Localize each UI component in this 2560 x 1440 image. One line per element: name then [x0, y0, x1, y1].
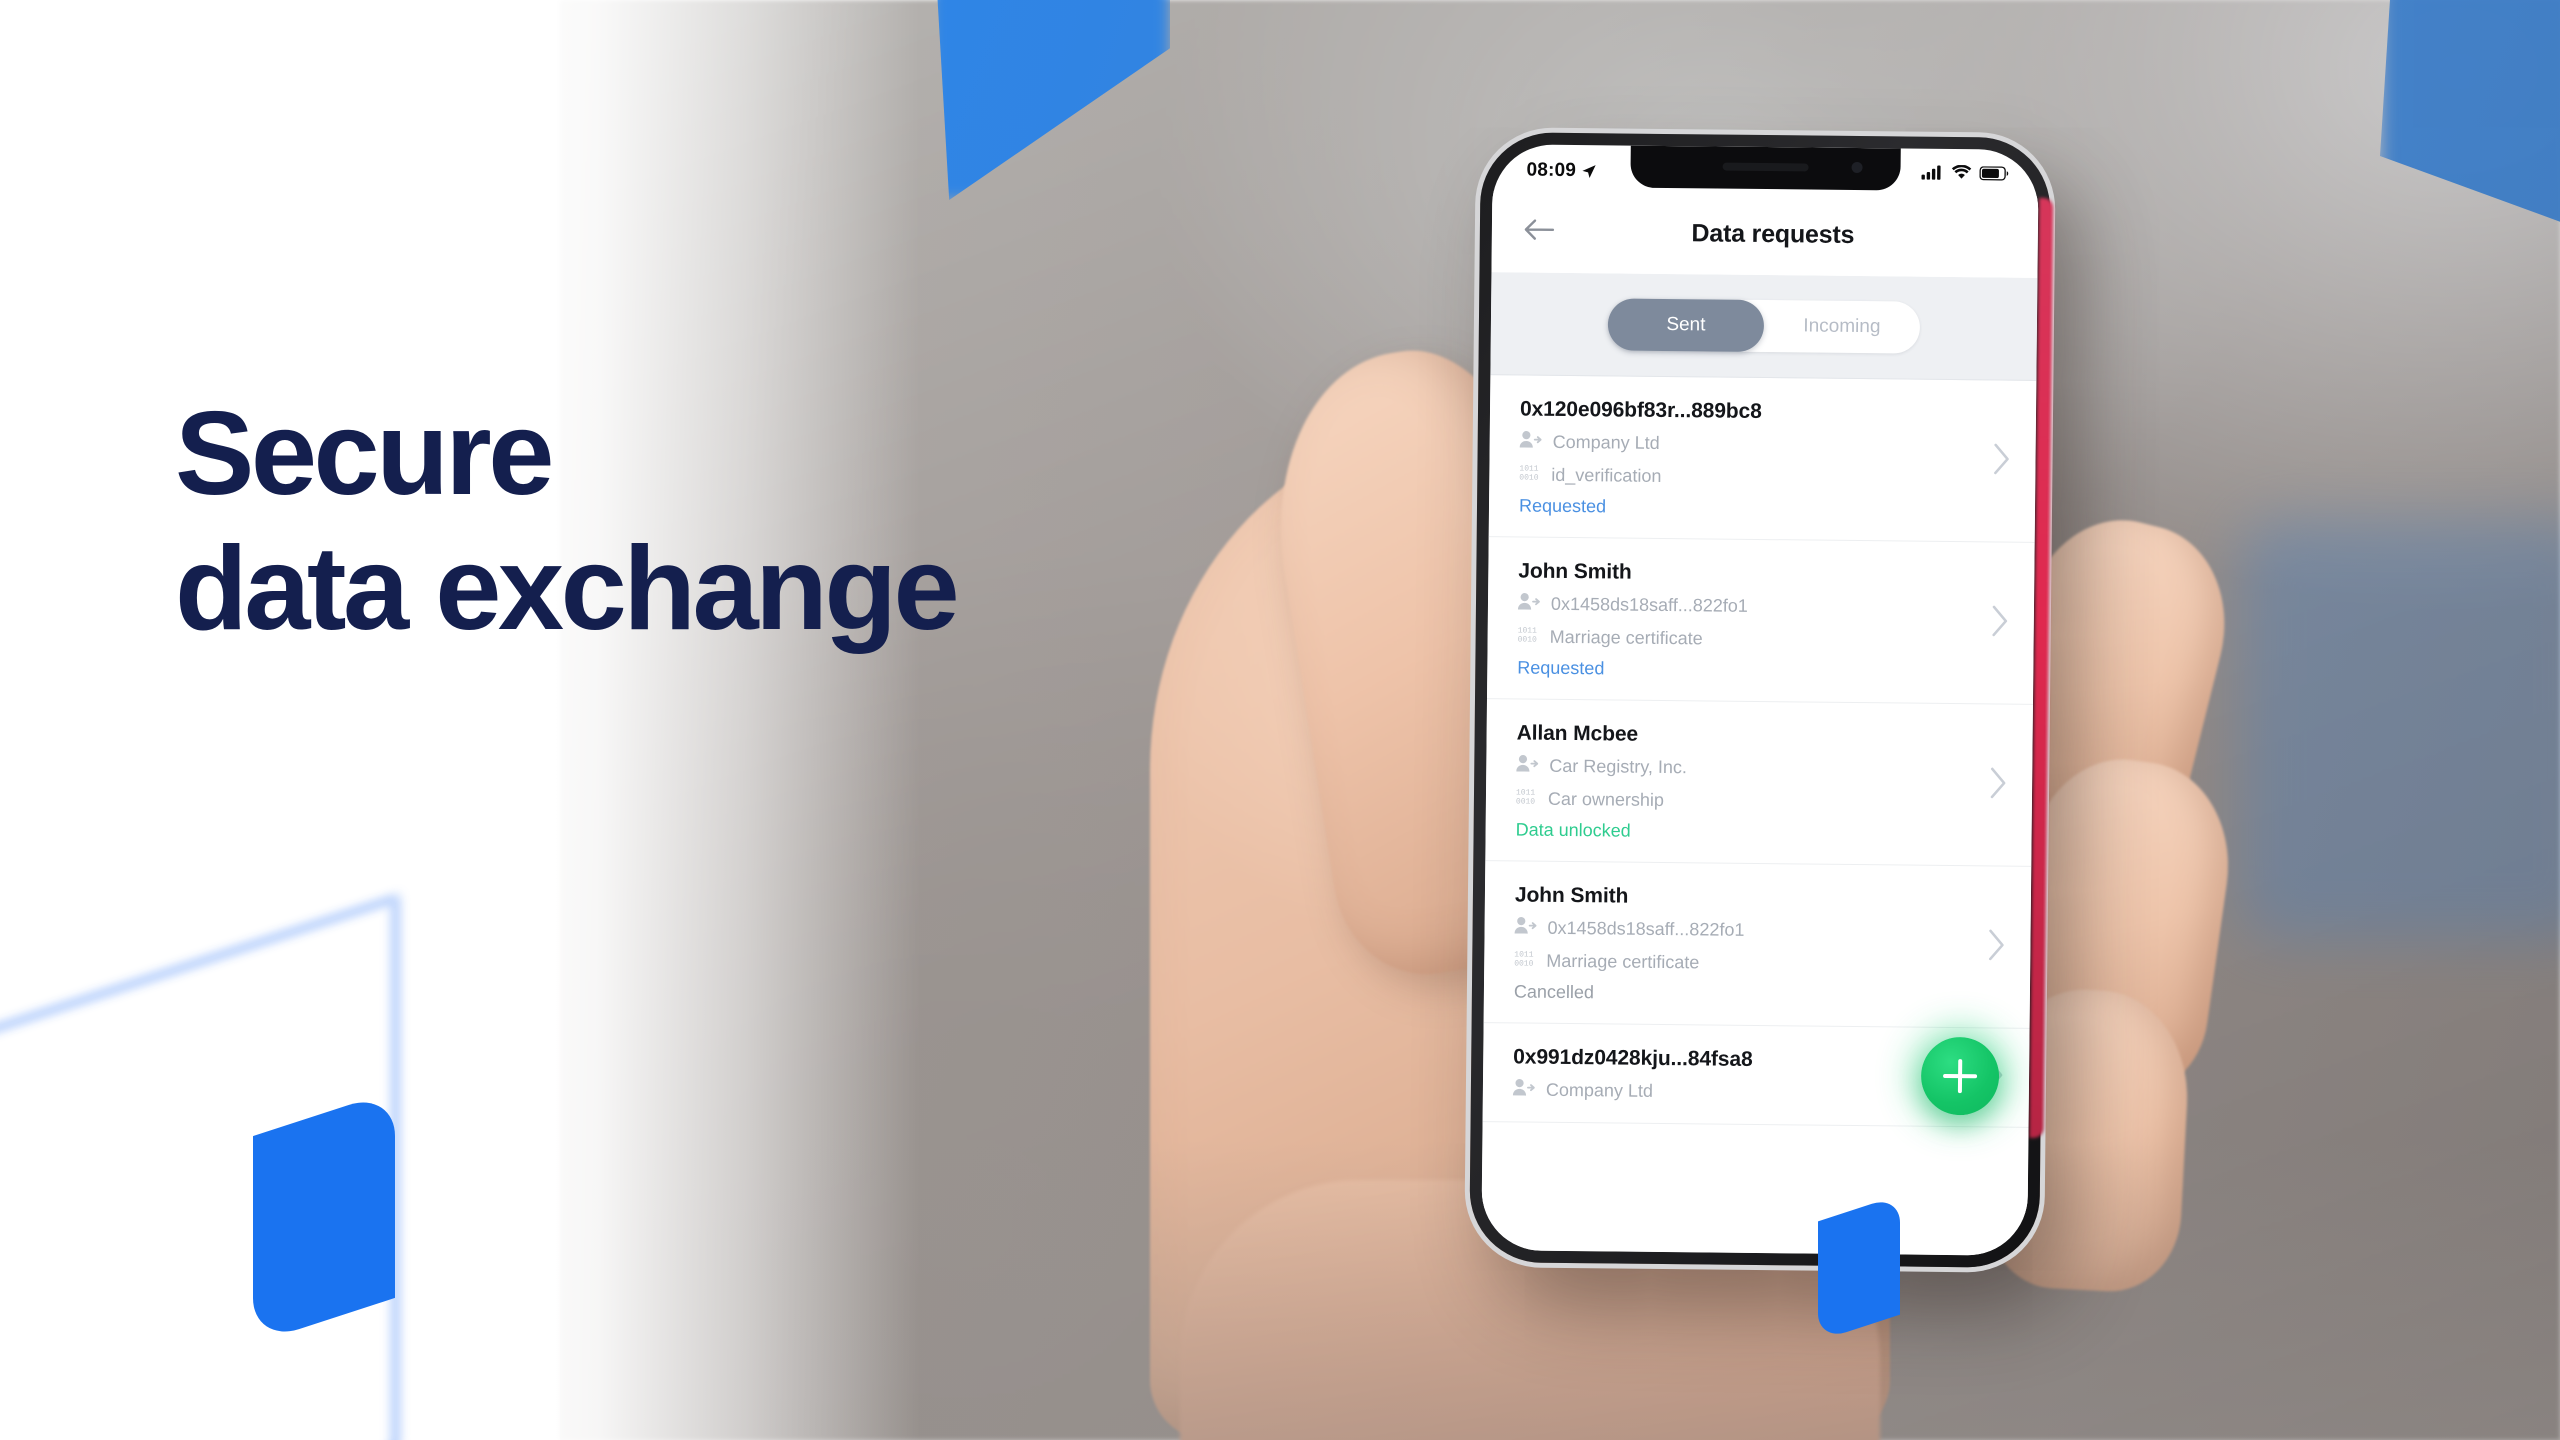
request-data-type: Marriage certificate	[1546, 950, 1700, 972]
svg-text:0010: 0010	[1516, 797, 1535, 805]
person-share-icon	[1514, 916, 1537, 939]
phone-device: 08:09 Data requests Sent Incoming 0x120e…	[1469, 132, 2051, 1268]
request-party-line: 0x1458ds18saff...822fo1	[1514, 916, 1986, 944]
request-party: Company Ltd	[1545, 1079, 1654, 1101]
request-row[interactable]: 0x120e096bf83r...889bc8 Company Ltd 1011 00…	[1488, 375, 2037, 543]
svg-text:1011: 1011	[1516, 788, 1535, 797]
battery-icon	[1979, 165, 2009, 185]
request-data-line: 1011 0010 id_verification	[1519, 462, 1991, 491]
request-data-type: Car ownership	[1547, 788, 1665, 810]
location-arrow-icon	[1581, 164, 1596, 179]
tab-incoming[interactable]: Incoming	[1764, 300, 1921, 354]
status-badge: Data unlocked	[1515, 819, 1631, 841]
request-party: Company Ltd	[1552, 431, 1660, 453]
request-party-line: Company Ltd	[1519, 430, 1992, 458]
headline-line-1: Secure	[175, 387, 554, 520]
request-row[interactable]: John Smith 0x1458ds18saff...822fo1 1011 001…	[1483, 861, 2032, 1029]
earpiece-speaker	[1722, 162, 1809, 172]
data-requests-list[interactable]: 0x120e096bf83r...889bc8 Company Ltd 1011 00…	[1481, 375, 2037, 1256]
person-share-icon	[1519, 430, 1542, 453]
segmented-control-area: Sent Incoming	[1490, 272, 2038, 381]
status-bar-time: 08:09	[1526, 159, 1577, 182]
binary-data-icon: 1011 0010	[1519, 462, 1540, 486]
chevron-right-icon[interactable]	[1988, 765, 2008, 804]
status-badge: Requested	[1517, 657, 1605, 679]
request-party: 0x1458ds18saff...822fo1	[1550, 593, 1748, 616]
svg-text:1011: 1011	[1518, 626, 1537, 635]
cellular-signal-icon	[1921, 165, 1943, 185]
hero-headline: Secure data exchange	[175, 387, 960, 656]
add-request-fab[interactable]	[1920, 1036, 2000, 1116]
svg-text:1011: 1011	[1519, 464, 1538, 473]
request-title: John Smith	[1518, 559, 1632, 584]
request-data-type: Marriage certificate	[1549, 626, 1703, 648]
segmented-control: Sent Incoming	[1607, 298, 1921, 354]
request-party-line: Company Ltd	[1512, 1078, 1985, 1106]
status-badge: Requested	[1518, 495, 1607, 517]
binary-data-icon: 1011 0010	[1514, 948, 1535, 972]
request-party: Car Registry, Inc.	[1549, 755, 1688, 778]
chevron-right-icon[interactable]	[1990, 603, 2010, 642]
person-share-icon	[1517, 592, 1540, 615]
svg-text:1011: 1011	[1514, 950, 1533, 959]
wifi-icon	[1951, 164, 1972, 185]
request-party-line: 0x1458ds18saff...822fo1	[1517, 592, 1990, 620]
status-bar-left: 08:09	[1526, 160, 1596, 183]
request-title: 0x991dz0428kju...84fsa8	[1513, 1045, 1753, 1071]
page-title: Data requests	[1691, 218, 1855, 249]
navigation-bar: Data requests	[1491, 190, 2039, 278]
request-data-line: 1011 0010 Car ownership	[1516, 786, 1988, 815]
request-title: 0x120e096bf83r...889bc8	[1519, 397, 1762, 424]
svg-text:0010: 0010	[1519, 473, 1538, 481]
person-share-icon	[1516, 754, 1539, 777]
request-row[interactable]: Allan Mcbee Car Registry, Inc. 1011 0010 Car…	[1485, 699, 2033, 867]
request-party: 0x1458ds18saff...822fo1	[1547, 917, 1745, 940]
svg-text:0010: 0010	[1514, 959, 1533, 967]
request-row[interactable]: John Smith 0x1458ds18saff...822fo1 1011 001…	[1486, 537, 2035, 705]
request-data-type: id_verification	[1551, 464, 1662, 486]
front-camera	[1851, 161, 1863, 174]
phone-screen: 08:09 Data requests Sent Incoming 0x120e…	[1481, 144, 2039, 1256]
binary-data-icon: 1011 0010	[1516, 786, 1537, 810]
chevron-right-icon[interactable]	[1986, 927, 2006, 966]
svg-text:0010: 0010	[1518, 635, 1537, 643]
request-data-line: 1011 0010 Marriage certificate	[1518, 624, 1990, 653]
request-data-line: 1011 0010 Marriage certificate	[1514, 948, 1986, 977]
person-share-icon	[1512, 1078, 1535, 1101]
status-bar-right	[1921, 164, 2009, 186]
binary-data-icon: 1011 0010	[1518, 624, 1539, 648]
tab-sent[interactable]: Sent	[1607, 298, 1765, 353]
phone-notch	[1630, 145, 1901, 191]
headline-line-2: data exchange	[175, 522, 960, 656]
status-badge: Cancelled	[1513, 981, 1595, 1003]
chevron-right-icon[interactable]	[1991, 441, 2011, 480]
plus-icon	[1943, 1059, 1977, 1093]
request-party-line: Car Registry, Inc.	[1516, 754, 1988, 782]
request-title: John Smith	[1514, 883, 1629, 908]
request-title: Allan Mcbee	[1516, 721, 1639, 746]
